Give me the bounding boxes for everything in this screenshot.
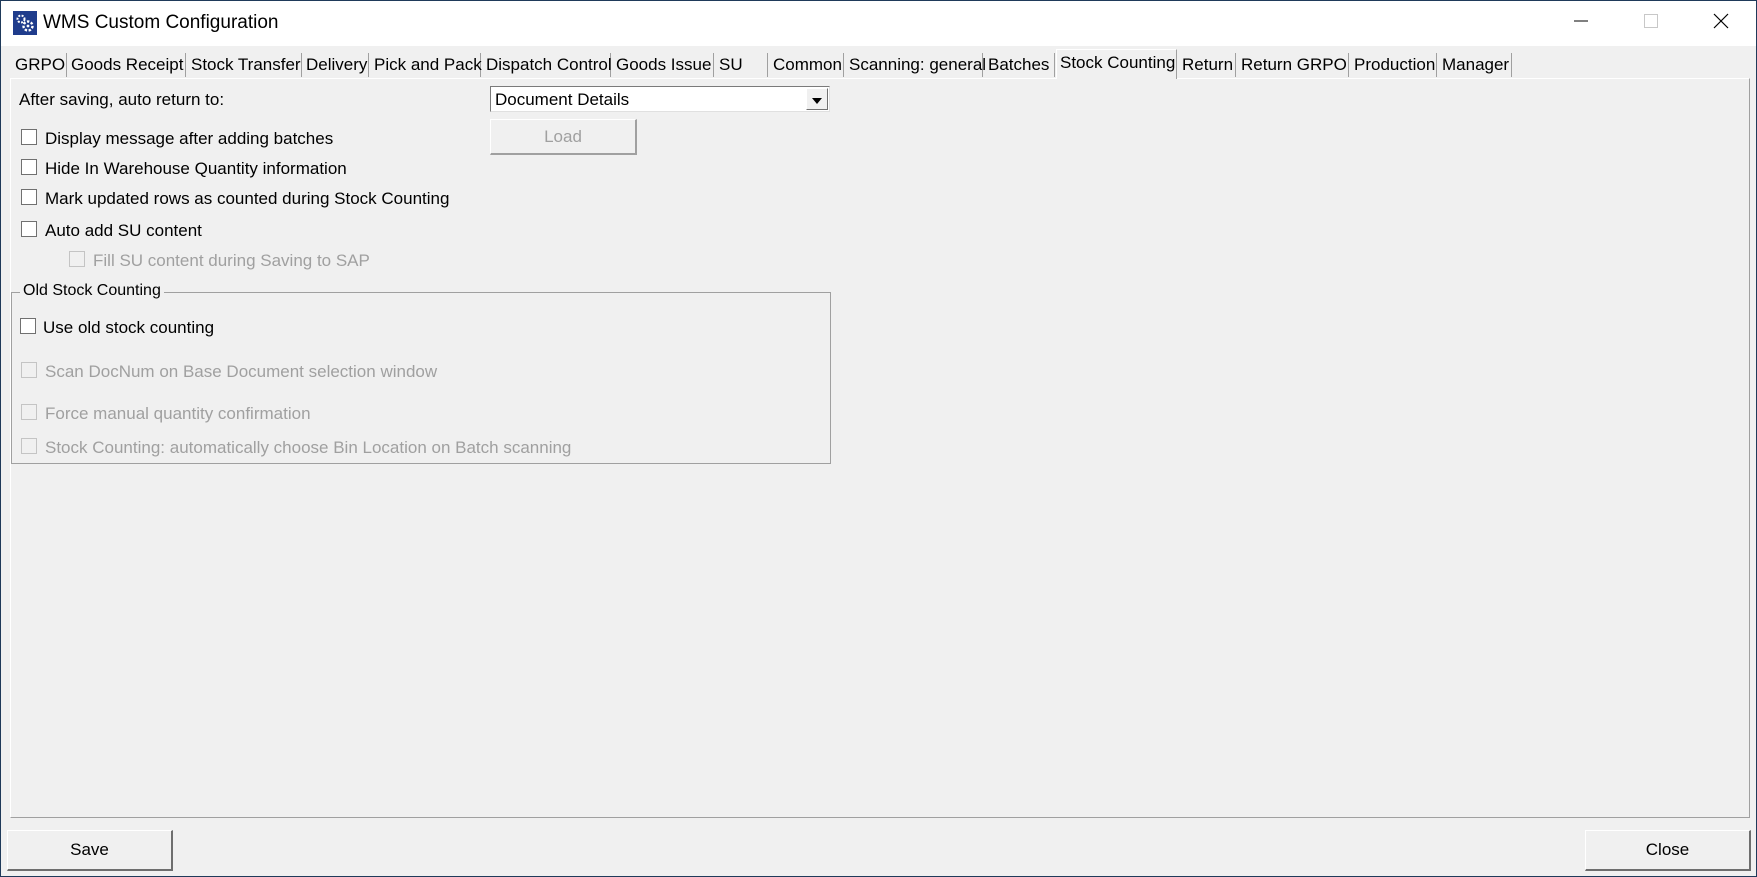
- use-old-stock-counting-checkbox[interactable]: [20, 318, 36, 334]
- tab-su[interactable]: SU: [716, 53, 768, 77]
- use-old-stock-counting-label: Use old stock counting: [43, 318, 215, 337]
- tab-goods-receipt[interactable]: Goods Receipt: [68, 53, 186, 77]
- wms-config-window: WMS Custom Configuration GRPO Goods Rece…: [0, 0, 1757, 877]
- group-title: Old Stock Counting: [20, 282, 164, 300]
- dropdown-button[interactable]: [806, 88, 828, 110]
- auto-return-value: Document Details: [495, 90, 630, 109]
- fill-su-content-checkbox[interactable]: [69, 251, 85, 267]
- tab-common[interactable]: Common: [770, 53, 844, 77]
- tab-pick-and-pack[interactable]: Pick and Pack: [371, 53, 482, 77]
- display-message-checkbox[interactable]: [21, 129, 37, 145]
- minimize-button[interactable]: [1546, 1, 1616, 46]
- tab-scanning-general[interactable]: Scanning: general: [846, 53, 986, 77]
- tab-stock-transfer[interactable]: Stock Transfer: [188, 53, 302, 77]
- auto-return-label: After saving, auto return to:: [19, 90, 225, 109]
- auto-add-su-label: Auto add SU content: [45, 221, 202, 240]
- auto-bin-location-label: Stock Counting: automatically choose Bin…: [45, 438, 572, 457]
- tab-strip: GRPO Goods Receipt Stock Transfer Delive…: [1, 49, 1756, 79]
- save-button[interactable]: Save: [7, 830, 173, 871]
- tab-manager[interactable]: Manager: [1439, 53, 1512, 77]
- close-button[interactable]: Close: [1585, 830, 1751, 871]
- force-manual-qty-checkbox[interactable]: [21, 404, 37, 420]
- auto-return-select[interactable]: Document Details: [490, 86, 830, 112]
- tab-return[interactable]: Return: [1179, 53, 1236, 77]
- force-manual-qty-label: Force manual quantity confirmation: [45, 404, 311, 423]
- title-bar[interactable]: WMS Custom Configuration: [1, 1, 1756, 46]
- display-message-label: Display message after adding batches: [45, 129, 334, 148]
- auto-bin-location-checkbox[interactable]: [21, 438, 37, 454]
- scan-docnum-checkbox[interactable]: [21, 362, 37, 378]
- maximize-icon: [1643, 13, 1659, 34]
- tab-grpo[interactable]: GRPO: [12, 53, 67, 77]
- window-title: WMS Custom Configuration: [43, 12, 279, 33]
- close-icon: [1713, 13, 1729, 34]
- minimize-icon: [1573, 13, 1589, 34]
- hide-warehouse-qty-checkbox[interactable]: [21, 159, 37, 175]
- gears-icon: [13, 11, 37, 35]
- tab-batches[interactable]: Batches: [985, 53, 1055, 77]
- mark-updated-rows-label: Mark updated rows as counted during Stoc…: [45, 189, 450, 208]
- hide-warehouse-qty-label: Hide In Warehouse Quantity information: [45, 159, 347, 178]
- tab-delivery[interactable]: Delivery: [303, 53, 369, 77]
- mark-updated-rows-checkbox[interactable]: [21, 189, 37, 205]
- tab-return-grpo[interactable]: Return GRPO: [1238, 53, 1349, 77]
- tab-stock-counting[interactable]: Stock Counting: [1056, 49, 1177, 79]
- chevron-down-icon: [812, 89, 822, 109]
- auto-add-su-checkbox[interactable]: [21, 221, 37, 237]
- close-window-button[interactable]: [1686, 1, 1756, 46]
- maximize-button[interactable]: [1616, 1, 1686, 46]
- scan-docnum-label: Scan DocNum on Base Document selection w…: [45, 362, 438, 381]
- tab-production[interactable]: Production: [1351, 53, 1437, 77]
- load-button[interactable]: Load: [490, 119, 637, 155]
- tab-dispatch-control[interactable]: Dispatch Control: [483, 53, 612, 77]
- fill-su-content-label: Fill SU content during Saving to SAP: [93, 251, 370, 270]
- tab-goods-issue[interactable]: Goods Issue: [613, 53, 714, 77]
